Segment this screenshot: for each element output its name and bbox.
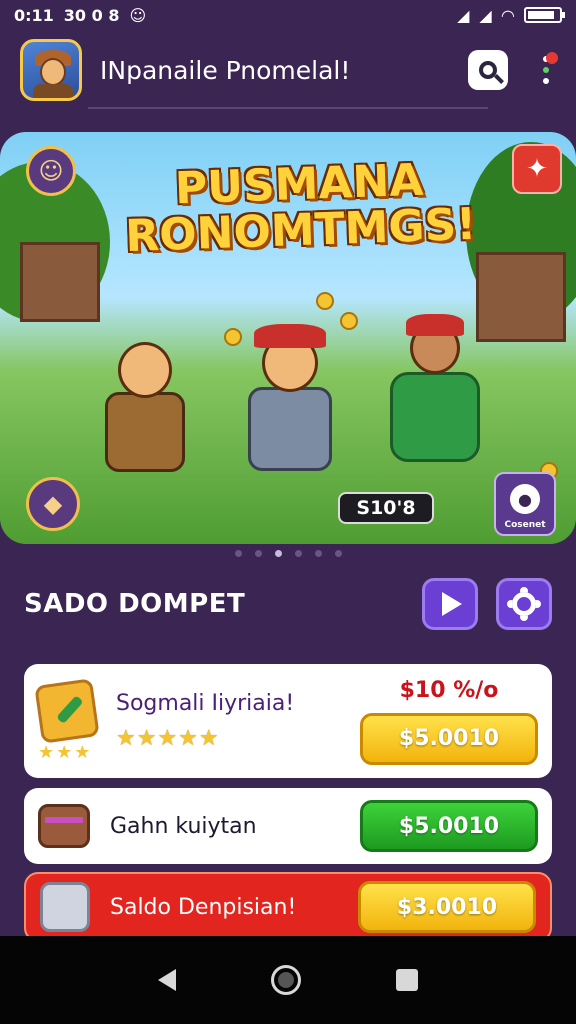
play-button[interactable] — [422, 578, 478, 630]
small-stars: ★★★ — [38, 742, 93, 763]
silver-box-icon — [40, 882, 90, 932]
back-icon[interactable] — [157, 969, 176, 991]
system-nav-bar — [0, 936, 576, 1024]
gem-icon[interactable]: ◆ — [26, 477, 80, 531]
play-icon — [442, 592, 462, 616]
banner-badge[interactable]: ● Cosenet — [494, 472, 556, 536]
status-extra: 30 0 8 — [63, 5, 120, 25]
search-icon — [479, 61, 497, 79]
banner-price-tag: S10'8 — [338, 492, 434, 524]
carousel-dot[interactable] — [234, 550, 242, 557]
app-header: INpanaile Pnomelal! — [0, 32, 576, 108]
rating-stars: ★★★★★ — [116, 726, 220, 751]
battery-icon — [524, 7, 565, 23]
buy-button[interactable]: $3.0010 — [358, 881, 536, 933]
search-button[interactable] — [468, 50, 508, 90]
banner-title: PUSMANA RONOMTMGS! — [119, 155, 482, 263]
gear-icon — [512, 592, 536, 616]
treasure-chest-icon — [38, 804, 90, 848]
hero-brawler — [370, 312, 500, 492]
offer-title: Saldo Denpisian! — [110, 894, 297, 920]
banner-badge-label: Cosenet — [504, 520, 546, 530]
favorite-star-button[interactable]: ✦ — [512, 144, 562, 194]
more-menu-button[interactable] — [536, 50, 558, 90]
offer-title: Gahn kuiytan — [110, 813, 257, 839]
hero-warrior — [90, 332, 200, 502]
carousel-dots[interactable] — [0, 550, 576, 560]
coin-icon — [224, 328, 242, 346]
sword-shield-icon — [34, 678, 100, 744]
signal-icon-2: ◢ — [479, 5, 492, 25]
offer-card[interactable]: Saldo Denpisian! $3.0010 — [24, 872, 552, 942]
recent-apps-icon[interactable] — [396, 969, 419, 991]
coin-icon — [316, 292, 334, 310]
bear-icon: ● — [510, 484, 540, 514]
buy-button[interactable]: $5.0010 — [360, 800, 538, 852]
carousel-dot[interactable] — [314, 550, 322, 557]
section-title: SADO DOMPET — [24, 589, 246, 619]
banner-title-line2: RONOMTMGS! — [124, 198, 478, 263]
signal-icon: ◢ — [457, 5, 470, 25]
buy-button[interactable]: $5.0010 — [360, 712, 538, 765]
carousel-dot[interactable] — [254, 550, 262, 557]
carousel-dot[interactable] — [334, 550, 342, 557]
app-title: INpanaile Pnomelal! — [100, 55, 351, 85]
promo-banner[interactable]: PUSMANA RONOMTMGS! ☺ ◆ ✦ S10'8 ● Cosenet — [0, 132, 576, 544]
wifi-icon: ◠ — [501, 5, 514, 25]
notification-icon: ☺ — [129, 5, 147, 25]
home-icon[interactable] — [270, 965, 301, 995]
status-bar: 0:11 30 0 8 ☺ ◢ ◢ ◠ — [0, 0, 576, 30]
header-divider — [88, 107, 488, 109]
status-time: 0:11 — [14, 5, 54, 25]
carousel-dot-active[interactable] — [274, 550, 282, 557]
coin-icon — [340, 312, 358, 330]
offer-card[interactable]: ★★★ Sogmali Iiyriaia! ★★★★★ $10 %/o $5.0… — [24, 664, 552, 778]
carousel-dot[interactable] — [294, 550, 302, 557]
offer-card[interactable]: Gahn kuiytan $5.0010 — [24, 788, 552, 864]
hero-knight — [230, 322, 350, 502]
offer-price-tag: $10 %/o — [399, 677, 499, 703]
settings-button[interactable] — [496, 578, 552, 630]
offer-title: Sogmali Iiyriaia! — [116, 691, 295, 716]
app-logo-icon[interactable] — [20, 39, 82, 101]
profile-badge-icon[interactable]: ☺ — [26, 146, 76, 196]
section-header: SADO DOMPET — [24, 576, 552, 632]
notification-badge — [546, 52, 558, 64]
